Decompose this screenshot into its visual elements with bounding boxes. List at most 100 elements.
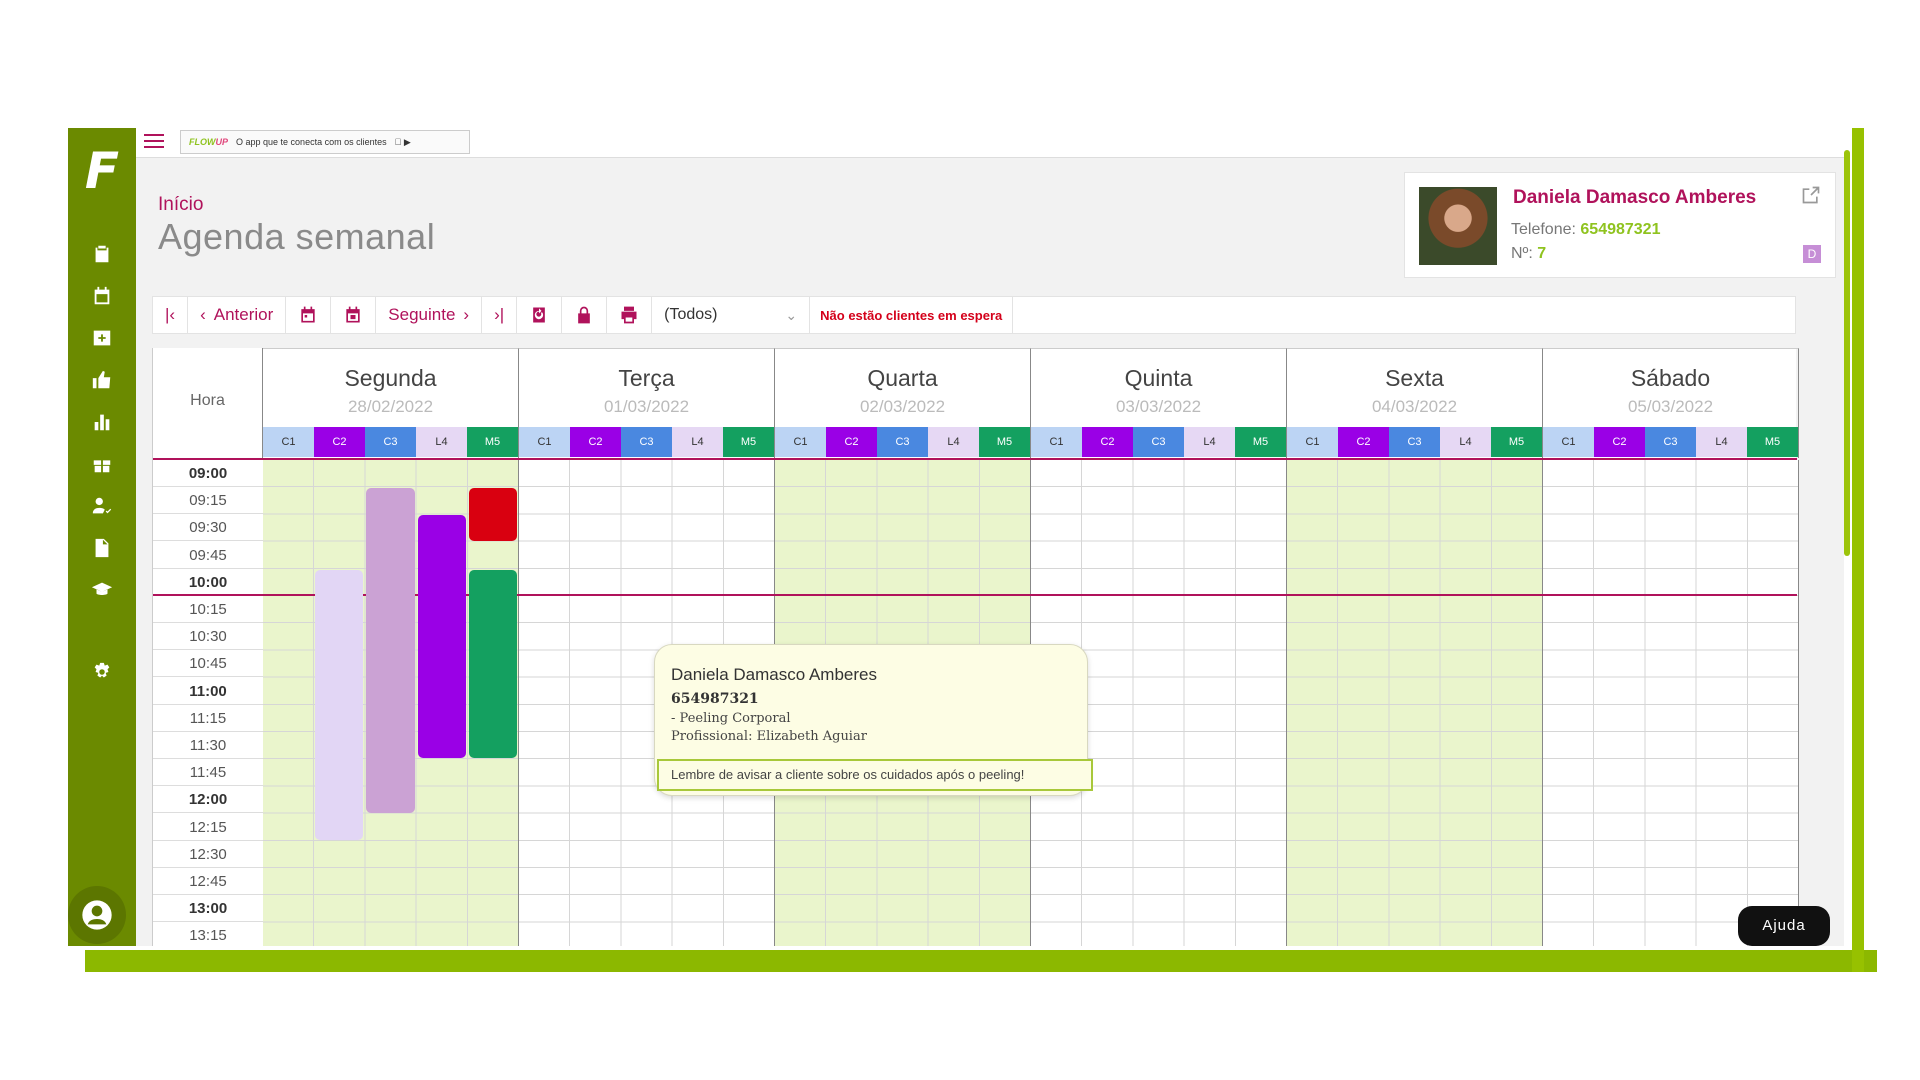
- day-header[interactable]: Quinta 03/03/2022 C1 C2 C3 L4 M5: [1031, 348, 1287, 458]
- resource-c2[interactable]: C2: [1082, 427, 1133, 457]
- lock-button[interactable]: [562, 297, 608, 333]
- thumbs-up-icon[interactable]: [90, 368, 114, 392]
- resource-l4[interactable]: L4: [672, 427, 723, 457]
- time-slot-label: 10:30: [153, 623, 263, 651]
- time-slot-label: 12:15: [153, 814, 263, 841]
- appointment-block[interactable]: [468, 488, 517, 541]
- resource-c2[interactable]: C2: [570, 427, 621, 457]
- app-promo-banner[interactable]: FLOWUP O app que te conecta com os clien…: [180, 130, 470, 154]
- resource-l4[interactable]: L4: [1184, 427, 1235, 457]
- breadcrumb[interactable]: Início: [158, 194, 203, 216]
- appointment-block[interactable]: [468, 569, 517, 759]
- user-check-icon[interactable]: [90, 494, 114, 518]
- main-content: FLOWUP O app que te conecta com os clien…: [136, 128, 1844, 946]
- day-header[interactable]: Terça 01/03/2022 C1 C2 C3 L4 M5: [519, 348, 775, 458]
- appointment-block[interactable]: [366, 488, 415, 813]
- tooltip-professional: Profissional: Elizabeth Aguiar: [671, 729, 867, 744]
- time-slot-label: 10:15: [153, 596, 263, 623]
- resource-c2[interactable]: C2: [826, 427, 877, 457]
- resource-c2[interactable]: C2: [314, 427, 365, 457]
- time-slot-label: 12:30: [153, 841, 263, 868]
- resource-l4[interactable]: L4: [928, 427, 979, 457]
- day-date: 02/03/2022: [859, 397, 946, 416]
- today-button[interactable]: [331, 297, 377, 333]
- day-header[interactable]: Sábado 05/03/2022 C1 C2 C3 L4 M5: [1543, 348, 1799, 458]
- resource-m5[interactable]: M5: [1747, 427, 1798, 457]
- time-slot-label: 12:45: [153, 868, 263, 895]
- bar-chart-icon[interactable]: [90, 410, 114, 434]
- external-link-icon[interactable]: [1801, 185, 1821, 205]
- resource-c1[interactable]: C1: [1543, 427, 1594, 457]
- day-header[interactable]: Segunda 28/02/2022 C1 C2 C3 L4 M5: [263, 348, 519, 458]
- resource-c2[interactable]: C2: [1338, 427, 1389, 457]
- tooltip-note: Lembre de avisar a cliente sobre os cuid…: [657, 759, 1093, 791]
- resource-l4[interactable]: L4: [1696, 427, 1747, 457]
- resource-c1[interactable]: C1: [1287, 427, 1338, 457]
- day-header[interactable]: Quarta 02/03/2022 C1 C2 C3 L4 M5: [775, 348, 1031, 458]
- app-logo[interactable]: F: [78, 146, 126, 196]
- menu-icon[interactable]: [144, 134, 164, 150]
- medical-box-icon[interactable]: [90, 326, 114, 350]
- appointment-block[interactable]: [315, 569, 364, 840]
- client-name[interactable]: Daniela Damasco Amberes: [1513, 187, 1756, 209]
- resource-m5[interactable]: M5: [1491, 427, 1542, 457]
- day-date: 04/03/2022: [1371, 397, 1458, 416]
- next-button[interactable]: Seguinte ›: [376, 297, 483, 333]
- resource-l4[interactable]: L4: [416, 427, 467, 457]
- time-slot-label: 11:15: [153, 705, 263, 732]
- time-slot-label: 09:15: [153, 487, 263, 515]
- graduation-cap-icon[interactable]: [90, 578, 114, 602]
- day-column[interactable]: [1287, 460, 1543, 946]
- resource-m5[interactable]: M5: [467, 427, 518, 457]
- resource-c3[interactable]: C3: [621, 427, 672, 457]
- resource-l4[interactable]: L4: [1440, 427, 1491, 457]
- resource-row: C1 C2 C3 L4 M5: [1031, 427, 1286, 457]
- print-button[interactable]: [607, 297, 653, 333]
- day-header[interactable]: Sexta 04/03/2022 C1 C2 C3 L4 M5: [1287, 348, 1543, 458]
- resource-c3[interactable]: C3: [1133, 427, 1184, 457]
- time-slot-label: 11:45: [153, 759, 263, 787]
- resource-c1[interactable]: C1: [263, 427, 314, 457]
- gear-icon[interactable]: [90, 660, 114, 684]
- day-column[interactable]: [1543, 460, 1799, 946]
- gift-icon[interactable]: [90, 452, 114, 476]
- clipboard-icon[interactable]: [90, 242, 114, 266]
- resource-row: C1 C2 C3 L4 M5: [263, 427, 518, 457]
- help-button[interactable]: Ajuda: [1738, 906, 1830, 946]
- chevron-left-icon: ‹: [200, 305, 206, 324]
- agenda-toolbar: |‹ ‹ Anterior Seguinte › ›| (Todos) ⌄ Não e…: [152, 296, 1796, 334]
- resource-c3[interactable]: C3: [1389, 427, 1440, 457]
- resource-m5[interactable]: M5: [723, 427, 774, 457]
- tooltip-phone: 654987321: [671, 691, 759, 707]
- last-week-button[interactable]: ›|: [482, 297, 518, 333]
- tooltip-service: - Peeling Corporal: [671, 711, 791, 726]
- tooltip-client-name: Daniela Damasco Amberes: [671, 665, 877, 684]
- resource-row: C1 C2 C3 L4 M5: [1287, 427, 1542, 457]
- document-icon[interactable]: [90, 536, 114, 560]
- first-week-button[interactable]: |‹: [153, 297, 189, 333]
- client-badge: D: [1803, 245, 1821, 263]
- resource-c2[interactable]: C2: [1594, 427, 1645, 457]
- refresh-button[interactable]: [517, 297, 563, 333]
- chevron-down-icon: ⌄: [785, 306, 798, 323]
- resource-c1[interactable]: C1: [1031, 427, 1082, 457]
- resource-c1[interactable]: C1: [519, 427, 570, 457]
- app-store-icon:  ▶: [394, 136, 411, 147]
- resource-c3[interactable]: C3: [1645, 427, 1696, 457]
- day-date: 01/03/2022: [603, 397, 690, 416]
- user-account-icon[interactable]: [68, 886, 126, 944]
- previous-button[interactable]: ‹ Anterior: [188, 297, 287, 333]
- appointment-block[interactable]: [417, 515, 466, 759]
- professional-filter-select[interactable]: (Todos) ⌄: [652, 297, 811, 333]
- calendar-button[interactable]: [286, 297, 332, 333]
- resource-c3[interactable]: C3: [877, 427, 928, 457]
- time-slot-label: 09:45: [153, 542, 263, 569]
- calendar-icon[interactable]: [90, 284, 114, 308]
- resource-c3[interactable]: C3: [365, 427, 416, 457]
- day-name: Sexta: [1385, 365, 1444, 391]
- resource-m5[interactable]: M5: [1235, 427, 1286, 457]
- resource-c1[interactable]: C1: [775, 427, 826, 457]
- scrollbar[interactable]: [1844, 150, 1850, 556]
- resource-m5[interactable]: M5: [979, 427, 1030, 457]
- day-name: Quinta: [1124, 365, 1193, 391]
